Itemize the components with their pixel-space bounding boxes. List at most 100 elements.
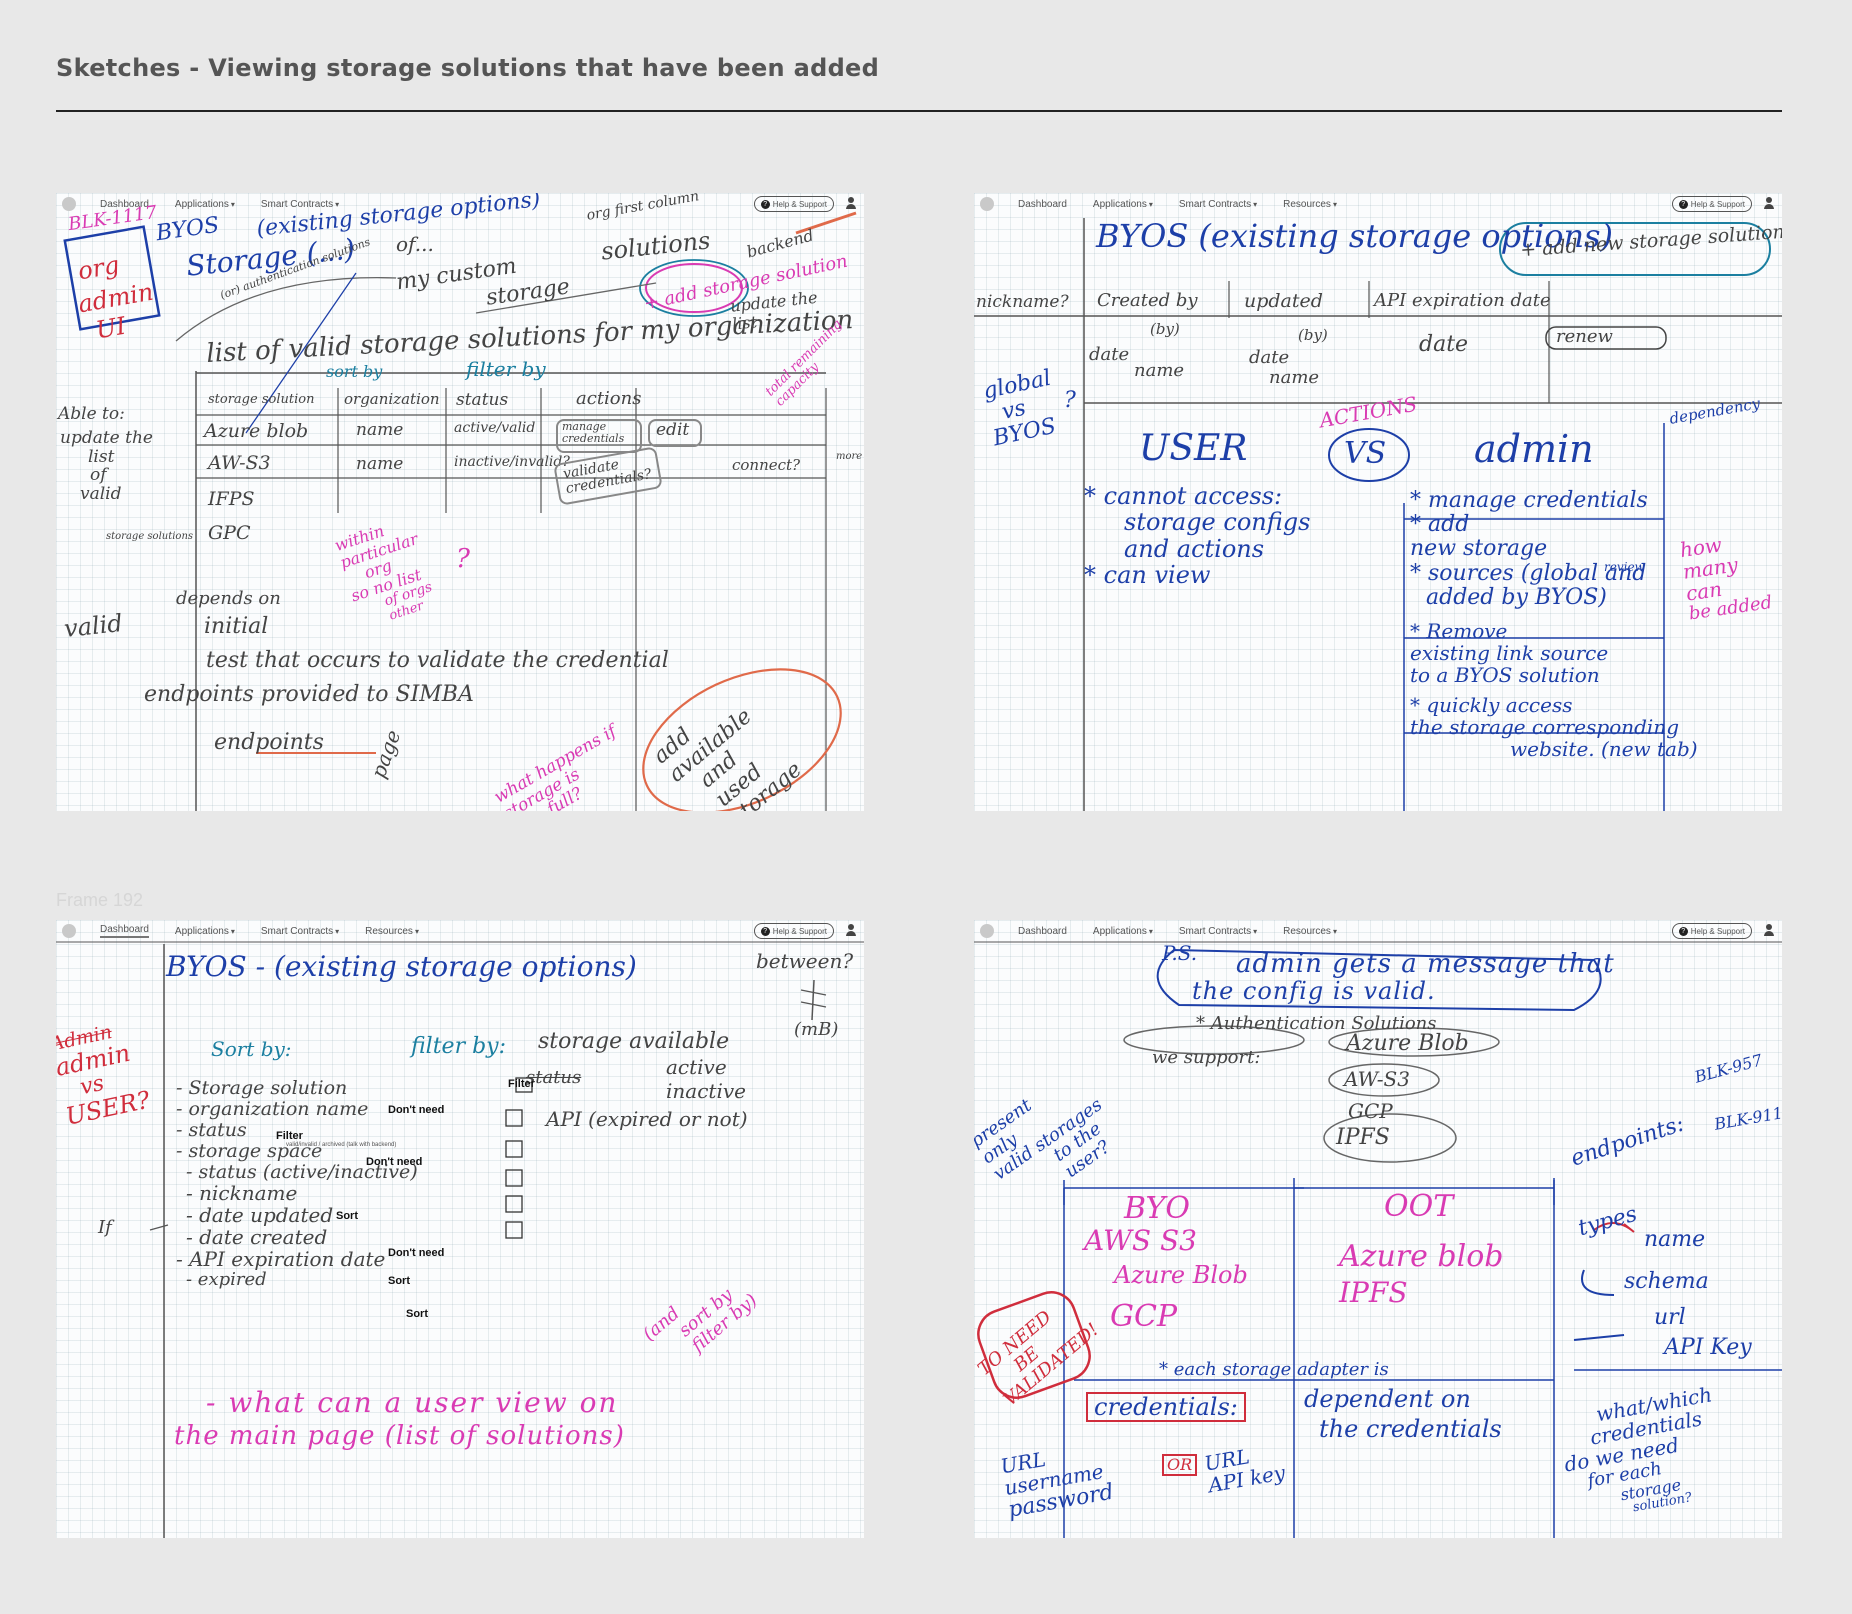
how-many-note: how many can be added: [1678, 528, 1773, 624]
filter-storage-available[interactable]: storage available: [538, 1029, 729, 1054]
filter-api-expired[interactable]: API (expired or not): [546, 1108, 748, 1130]
update-list-note: update the list of valid: [60, 429, 153, 504]
able-to: Able to:: [58, 404, 125, 424]
header-divider: [56, 110, 1782, 112]
cannot-line-3: and actions: [1124, 534, 1265, 563]
sort-options-list: - Storage solution - organization name -…: [176, 1078, 418, 1290]
sort-item-6[interactable]: - nickname: [176, 1182, 418, 1204]
cannot-line-1: * cannot access:: [1084, 482, 1283, 510]
filter-inactive[interactable]: inactive: [666, 1080, 746, 1102]
created-by-note: (by): [1150, 320, 1180, 338]
admin-heading: admin: [1474, 427, 1594, 471]
mb-note: (mB): [794, 1019, 839, 1040]
filter-note: Filter: [508, 1078, 535, 1090]
row-azure-name: Azure blob: [204, 420, 309, 442]
oot-azure: Azure blob: [1339, 1239, 1504, 1274]
sort-by-label[interactable]: sort by: [326, 363, 382, 381]
edit-label: edit: [656, 420, 690, 440]
sort-item-2[interactable]: - organization name: [176, 1098, 418, 1120]
note-sort-3: Sort: [406, 1308, 428, 1320]
admin-line-9: * quickly access: [1410, 692, 1573, 717]
page-title-bold: Sketches: [56, 54, 181, 82]
global-vs-byos: global vs BYOS: [981, 366, 1063, 452]
created-name: name: [1134, 360, 1185, 381]
dependent-line-1: dependent on: [1304, 1385, 1471, 1413]
user-heading: USER: [1139, 428, 1248, 469]
note-sort-2: Sort: [388, 1275, 410, 1287]
update-line-3: of: [90, 465, 107, 486]
sort-item-8[interactable]: - date created: [176, 1226, 418, 1248]
admin-line-11: website. (new tab): [1510, 736, 1698, 761]
admin-line-5: added by BYOS): [1426, 584, 1607, 610]
expiration-date: date: [1419, 332, 1469, 357]
note-sort-1: Sort: [336, 1210, 358, 1222]
cannot-line-2: storage configs: [1124, 508, 1311, 537]
byo-aws: AWS S3: [1084, 1224, 1197, 1257]
message-line-2: the config is valid.: [1192, 977, 1436, 1005]
sort-item-10[interactable]: - expired: [176, 1270, 418, 1290]
support-ipfs: IPFS: [1336, 1125, 1390, 1150]
qmark: ?: [456, 544, 470, 574]
col-actions: actions: [576, 388, 642, 409]
page-header: Sketches - Viewing storage solutions tha…: [56, 54, 1782, 112]
status-tiny-note: valid/invalid / archived (talk with back…: [286, 1142, 397, 1148]
filter-by-label[interactable]: filter by: [466, 358, 546, 380]
updated-by-note: (by): [1298, 326, 1328, 344]
filter-by-heading: filter by:: [411, 1034, 507, 1059]
sketch-card-2: Dashboard Applications ▾ Smart Contracts ▾…: [974, 193, 1782, 811]
byos-title: BYOS - (existing storage options): [166, 950, 637, 983]
admin-line-6: * Remove: [1410, 618, 1508, 643]
sketch-card-4: Dashboard Applications ▾ Smart Contracts ▾…: [974, 920, 1782, 1538]
oot-ipfs: IPFS: [1339, 1276, 1408, 1309]
review-note: review: [1604, 560, 1645, 574]
byo-heading: BYO: [1124, 1191, 1190, 1226]
admin-line-3: new storage: [1410, 536, 1548, 562]
update-line-2: list: [88, 446, 115, 467]
note-dont-need-2: Don't need: [366, 1156, 423, 1168]
col-nickname: nickname?: [976, 292, 1069, 312]
row-aws-status: inactive/invalid?: [454, 454, 570, 470]
sort-by-heading: Sort by:: [211, 1037, 292, 1061]
of-label: of...: [396, 232, 434, 256]
we-support: we support:: [1152, 1047, 1261, 1068]
renew-button[interactable]: renew: [1556, 327, 1613, 347]
credentials-heading: credentials:: [1086, 1392, 1246, 1423]
type-schema: schema: [1624, 1269, 1709, 1294]
created-date: date: [1089, 344, 1130, 365]
admin-line-2: * add: [1410, 512, 1470, 538]
row-aws-org: name: [356, 454, 404, 474]
user-cannot-list: * cannot access: storage configs and act…: [1084, 483, 1310, 589]
note-dont-need-3: Don't need: [388, 1247, 445, 1259]
admin-line-10: the storage corresponding: [1410, 714, 1680, 739]
support-gcp: GCP: [1348, 1099, 1393, 1123]
sketch-card-1: Dashboard Applications ▾ Smart Contracts ▾…: [56, 193, 864, 811]
admin-line-7: existing link source: [1410, 640, 1609, 665]
or-label: OR: [1162, 1454, 1198, 1476]
oot-heading: OOT: [1384, 1189, 1454, 1224]
col-storage-solution: storage solution: [208, 392, 315, 407]
type-api-key: API Key: [1664, 1335, 1752, 1360]
byo-azure: Azure Blob: [1114, 1261, 1248, 1289]
sort-item-1[interactable]: - Storage solution: [176, 1078, 418, 1099]
row-azure-status: active/valid: [454, 420, 536, 436]
endpoints-line: endpoints provided to SIMBA: [144, 682, 474, 707]
row-aws-name: AW-S3: [208, 452, 271, 474]
depends-on: depends on: [176, 588, 281, 609]
type-name: name: [1644, 1227, 1706, 1252]
main-page-note: the main page (list of solutions): [174, 1421, 625, 1451]
sort-item-9[interactable]: - API expiration date: [176, 1248, 418, 1270]
test-line: test that occurs to validate the credent…: [206, 648, 669, 673]
connect-label[interactable]: connect?: [732, 457, 800, 474]
ps-note: P.S.: [1162, 941, 1198, 965]
sort-item-7[interactable]: - date updated: [176, 1204, 418, 1226]
manage-credentials-label: manage credentials: [562, 420, 625, 446]
col-created-by: Created by: [1097, 290, 1198, 311]
more-label[interactable]: more: [836, 451, 862, 462]
row-azure-org: name: [356, 420, 404, 440]
cannot-line-4: * can view: [1084, 561, 1211, 590]
page-title: Sketches - Viewing storage solutions tha…: [56, 54, 1782, 82]
filter-active[interactable]: active: [666, 1056, 727, 1078]
update-line-1: update the: [60, 428, 153, 448]
message-line-1: admin gets a message that: [1236, 949, 1615, 979]
col-status: status: [456, 390, 509, 410]
